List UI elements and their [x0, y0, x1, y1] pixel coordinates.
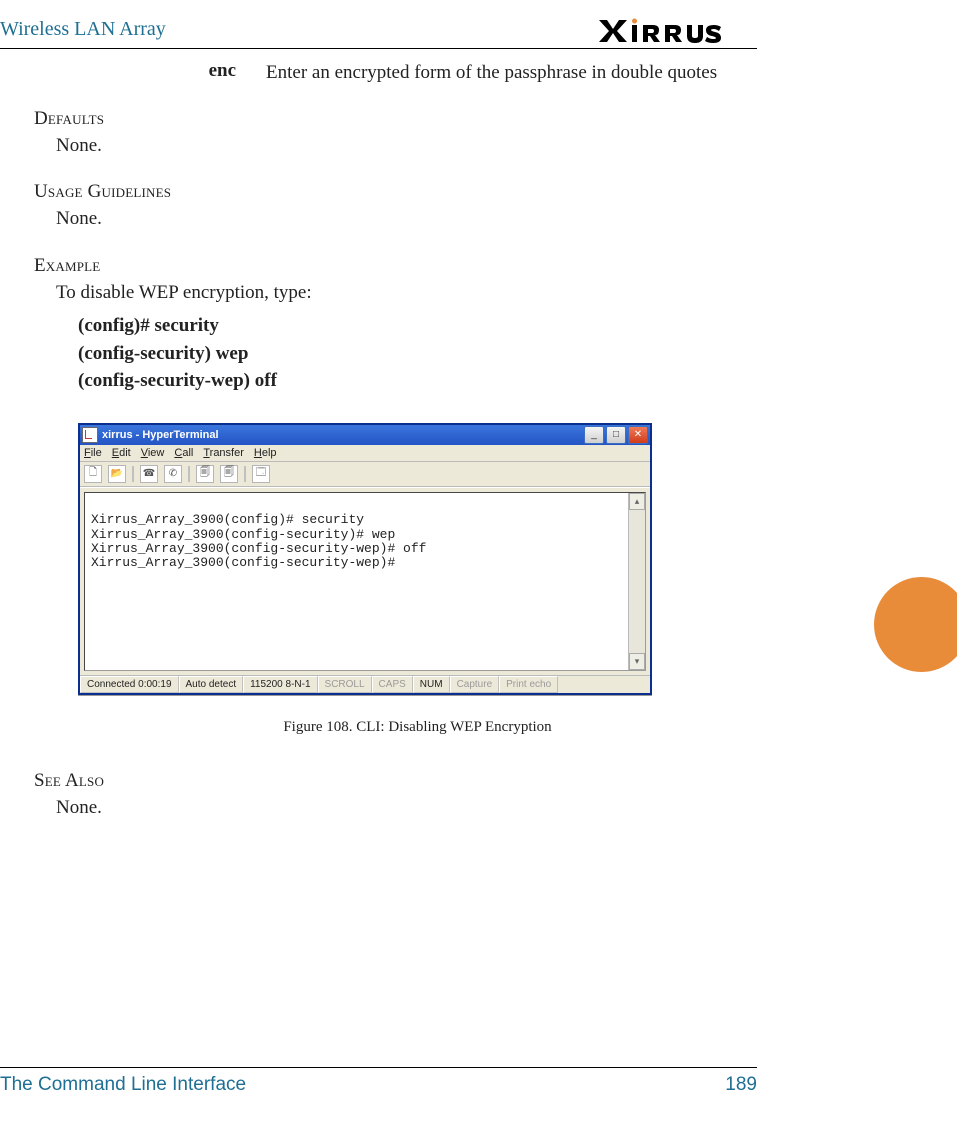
scrollbar[interactable]: ▴ ▾: [628, 493, 645, 670]
send-icon[interactable]: 🗐: [196, 465, 214, 483]
menu-call[interactable]: Call: [174, 447, 193, 459]
menu-help[interactable]: Help: [254, 447, 277, 459]
receive-icon[interactable]: 🗐: [220, 465, 238, 483]
minimize-button[interactable]: _: [584, 426, 604, 444]
scroll-up-icon[interactable]: ▴: [629, 493, 645, 510]
status-num: NUM: [413, 676, 450, 693]
section-body-defaults: None.: [56, 132, 757, 160]
example-command-line: (config-security) wep: [78, 340, 757, 368]
toolbar-separator: [188, 466, 190, 482]
section-heading-seealso: See Also: [34, 770, 757, 792]
page-header-title: Wireless LAN Array: [0, 18, 166, 41]
section-body-seealso: None.: [56, 794, 757, 822]
param-description: Enter an encrypted form of the passphras…: [266, 60, 757, 86]
close-button[interactable]: ✕: [628, 426, 648, 444]
connect-icon[interactable]: ☎: [140, 465, 158, 483]
status-baud: 115200 8-N-1: [243, 676, 317, 693]
footer-page-number: 189: [725, 1074, 757, 1096]
app-icon: [82, 427, 98, 443]
brand-logo: [599, 18, 757, 44]
terminal-output: Xirrus_Array_3900(config)# security Xirr…: [91, 499, 639, 570]
status-capture: Capture: [450, 676, 500, 693]
terminal-area[interactable]: Xirrus_Array_3900(config)# security Xirr…: [84, 492, 646, 671]
footer-chapter: The Command Line Interface: [0, 1074, 246, 1096]
status-connected: Connected 0:00:19: [80, 676, 179, 693]
toolbar-separator: [244, 466, 246, 482]
properties-icon[interactable]: 🗔: [252, 465, 270, 483]
maximize-button[interactable]: □: [606, 426, 626, 444]
status-bar: Connected 0:00:19 Auto detect 115200 8-N…: [80, 675, 650, 693]
brand-dot-icon: [632, 19, 637, 24]
param-term: enc: [34, 60, 266, 86]
status-echo: Print echo: [499, 676, 558, 693]
section-body-usage: None.: [56, 205, 757, 233]
figure-caption: Figure 108. CLI: Disabling WEP Encryptio…: [78, 719, 757, 736]
header-rule: [0, 48, 757, 49]
titlebar[interactable]: xirrus - HyperTerminal _ □ ✕: [80, 425, 650, 445]
menu-bar: File Edit View Call Transfer Help: [80, 445, 650, 462]
hyperterminal-window: xirrus - HyperTerminal _ □ ✕ File Edit V…: [78, 423, 652, 695]
footer-rule: [0, 1067, 757, 1068]
menu-file[interactable]: File: [84, 447, 102, 459]
toolbar: 🗋 📂 ☎ ✆ 🗐 🗐 🗔: [80, 462, 650, 487]
status-scroll: SCROLL: [318, 676, 372, 693]
status-detect: Auto detect: [179, 676, 244, 693]
example-command-line: (config-security-wep) off: [78, 367, 757, 395]
example-command-line: (config)# security: [78, 312, 757, 340]
new-icon[interactable]: 🗋: [84, 465, 102, 483]
status-caps: CAPS: [372, 676, 413, 693]
window-title: xirrus - HyperTerminal: [102, 429, 219, 441]
toolbar-separator: [132, 466, 134, 482]
side-tab-dot-icon: [874, 577, 957, 672]
section-heading-usage: Usage Guidelines: [34, 181, 757, 203]
section-body-example: To disable WEP encryption, type:: [56, 279, 757, 307]
menu-edit[interactable]: Edit: [112, 447, 131, 459]
open-icon[interactable]: 📂: [108, 465, 126, 483]
section-heading-example: Example: [34, 255, 757, 277]
scroll-down-icon[interactable]: ▾: [629, 653, 645, 670]
section-heading-defaults: Defaults: [34, 108, 757, 130]
disconnect-icon[interactable]: ✆: [164, 465, 182, 483]
menu-transfer[interactable]: Transfer: [203, 447, 244, 459]
menu-view[interactable]: View: [141, 447, 165, 459]
